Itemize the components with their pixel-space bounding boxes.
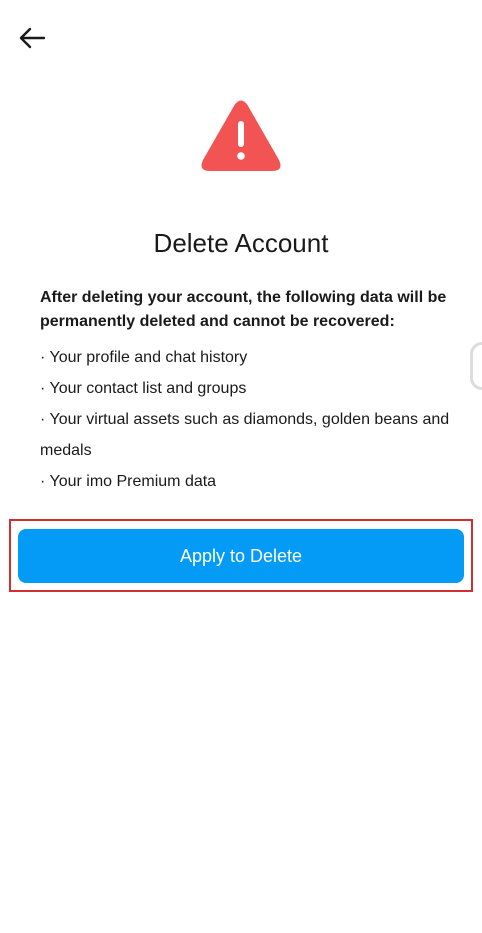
edge-swipe-handle[interactable]	[470, 342, 482, 390]
intro-text: After deleting your account, the followi…	[40, 289, 447, 330]
list-item: · Your virtual assets such as diamonds, …	[40, 411, 450, 459]
list-item: · Your imo Premium data	[40, 473, 217, 490]
delete-info: After deleting your account, the followi…	[40, 286, 450, 497]
page-title: Delete Account	[153, 228, 329, 258]
delete-account-screen: Delete Account After deleting your accou…	[0, 0, 482, 933]
arrow-left-icon	[19, 27, 46, 49]
apply-to-delete-button[interactable]: Apply to Delete	[18, 529, 464, 583]
back-button[interactable]	[14, 22, 50, 54]
deleted-data-list: · Your profile and chat history · Your c…	[40, 342, 450, 497]
list-item: · Your profile and chat history	[40, 349, 248, 366]
warning-triangle-icon	[201, 100, 281, 171]
list-item: · Your contact list and groups	[40, 380, 247, 397]
